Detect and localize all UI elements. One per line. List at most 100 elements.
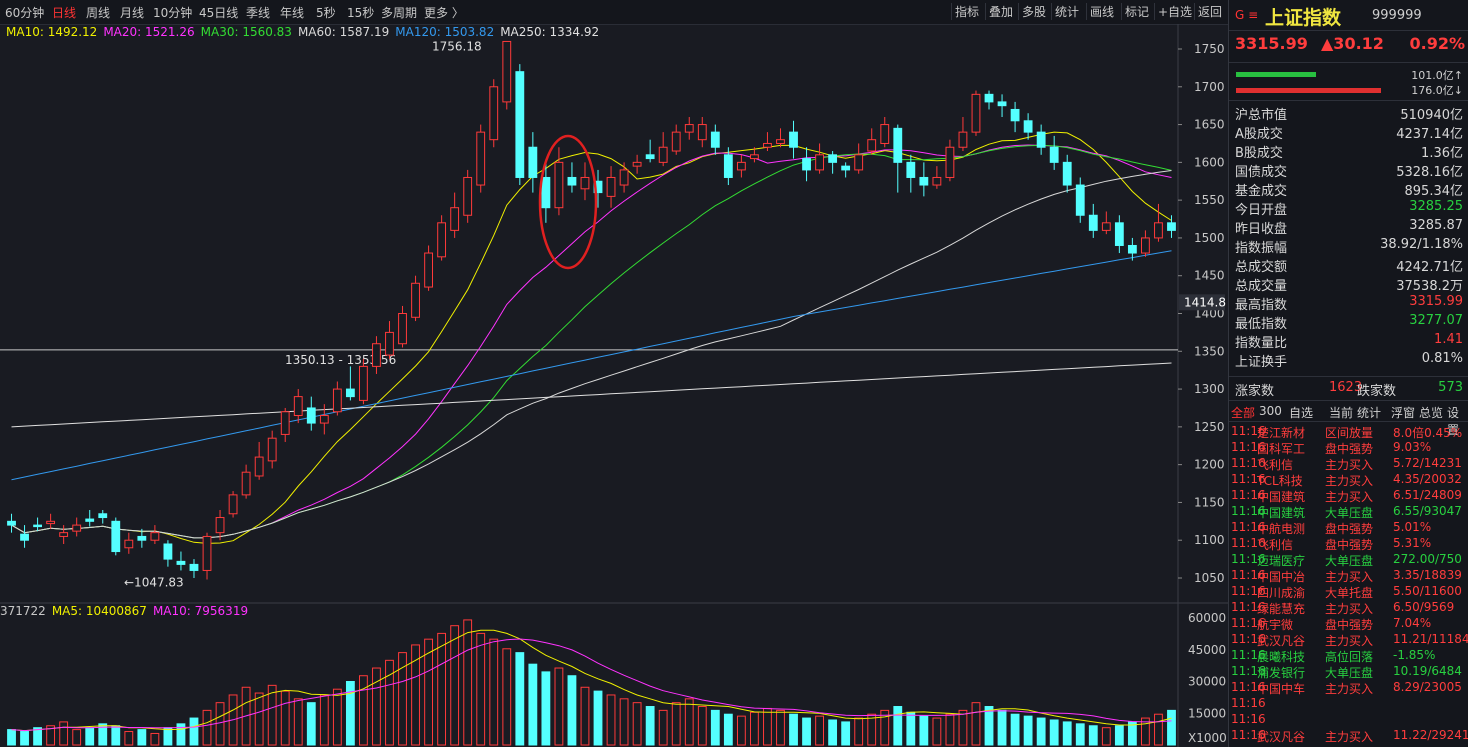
volume-bar [280, 690, 290, 746]
candle [789, 120, 798, 159]
alert-v: 9.03% [1393, 440, 1432, 454]
candle [867, 128, 877, 155]
alert-row[interactable]: 11:16 航宇微 盘中强势 7.04% [1231, 616, 1467, 632]
alert-row[interactable]: 11:16 绿能慧充 主力买入 6.50/9569 [1231, 600, 1467, 616]
volume-bar [750, 711, 759, 746]
price-axis-label: 1350 [1194, 344, 1225, 358]
candle [1049, 135, 1059, 170]
alert-v: 6.50/9569 [1393, 600, 1455, 614]
volume-bar [997, 709, 1007, 746]
candle [163, 540, 173, 567]
alert-e: 大单托盘 [1325, 586, 1374, 600]
candle [945, 139, 955, 182]
candle [828, 151, 838, 174]
alert-n: 中航电测 [1257, 522, 1306, 536]
kline-chart[interactable]: 1750170016501600155015001450140013501300… [0, 0, 1228, 747]
quote-row-label: 总成交额 [1235, 260, 1288, 275]
candle [1062, 154, 1072, 193]
alert-e: 高位回落 [1325, 650, 1374, 664]
alert-v: 7.04% [1393, 616, 1432, 630]
candle [254, 441, 264, 480]
candle [267, 430, 277, 469]
candle [424, 245, 433, 291]
candle [619, 162, 629, 193]
alert-n: 飞利信 [1257, 538, 1294, 552]
volume-bar [59, 721, 69, 746]
volume-bar [593, 690, 603, 746]
volume-bar [463, 619, 473, 746]
alert-tab-4[interactable]: 统计 [1357, 404, 1381, 421]
alert-row[interactable]: 11:16 飞利信 主力买入 5.72/14231 [1231, 456, 1467, 472]
candle [280, 407, 290, 442]
alert-row[interactable]: 11:16 迈瑞医疗 大单压盘 272.00/750 [1231, 552, 1467, 568]
volume-bar [854, 717, 864, 746]
volume-bar [984, 706, 994, 746]
candle [1036, 124, 1046, 155]
volume-bar [502, 648, 512, 746]
alert-row[interactable]: 11:16 中国中冶 主力买入 3.35/18839 [1231, 568, 1467, 584]
ma120-line [11, 250, 1172, 481]
quote-row-value: 0.81% [1421, 351, 1463, 366]
candle [606, 166, 616, 208]
alert-v: 3.35/18839 [1393, 568, 1462, 582]
alert-row[interactable]: 11:16 楚江新材 区间放量 8.0倍0.45% [1231, 424, 1467, 440]
alert-row[interactable]: 11:16 武汉凡谷 主力买入 11.22/29241 [1231, 728, 1468, 744]
alert-tab-6[interactable]: 总览 [1419, 404, 1443, 421]
alert-row[interactable]: 11:16 [1231, 696, 1467, 712]
alert-tab-1[interactable]: 300 [1259, 404, 1282, 418]
alert-n: 武汉凡谷 [1257, 634, 1306, 648]
volume-bar [580, 686, 590, 746]
volume-bar [215, 702, 225, 746]
quote-row-label: 指数振幅 [1235, 241, 1288, 256]
volume-bar [802, 717, 811, 746]
alert-v: 272.00/750 [1393, 552, 1462, 566]
candle [880, 117, 890, 148]
alert-tab-2[interactable]: 自选 [1289, 404, 1313, 421]
volume-bar [1062, 721, 1072, 746]
quote-row: 昨日收盘 3285.87 [1235, 218, 1463, 237]
candle [528, 132, 538, 193]
alert-row[interactable]: 11:16 国科军工 盘中强势 9.03% [1231, 440, 1467, 456]
volume-bar [1154, 713, 1163, 746]
price-axis-label: 1650 [1194, 118, 1225, 132]
alert-row[interactable]: 11:16 中国中车 主力买入 8.29/23005 [1231, 680, 1467, 696]
alert-n: 中国中车 [1257, 682, 1306, 696]
alert-row[interactable]: 11:16 晨曦科技 高位回落 -1.85% [1231, 648, 1467, 664]
quote-row-label: 昨日收盘 [1235, 222, 1288, 237]
price-axis-label: 1700 [1194, 80, 1225, 94]
candle [658, 132, 668, 167]
volume-bar [1023, 715, 1033, 746]
candle [710, 124, 720, 155]
quote-row-value: 3315.99 [1409, 294, 1463, 309]
alert-row[interactable]: 11:16 武汉凡谷 主力买入 11.21/11184 [1231, 632, 1468, 648]
alert-row[interactable]: 11:16 TCL科技 主力买入 4.35/20032 [1231, 472, 1467, 488]
volume-bar [1101, 727, 1111, 746]
volume-legend: 371722 MA5: 10400867 MA10: 7956319 [0, 604, 254, 618]
price-axis-label: 1050 [1194, 571, 1225, 585]
volume-bar [789, 713, 798, 746]
volume-bar [372, 667, 381, 746]
alert-e: 大单压盘 [1325, 506, 1374, 520]
alert-tab-3[interactable]: 当前 [1329, 404, 1353, 421]
volume-bar [332, 688, 342, 746]
volume-bar [567, 675, 577, 746]
alert-row[interactable]: 11:16 中国建筑 大单压盘 6.55/93047 [1231, 504, 1467, 520]
alert-tab-0[interactable]: 全部 [1231, 404, 1255, 421]
candle [202, 532, 212, 580]
alert-row[interactable]: 11:16 浦发银行 大单压盘 10.19/6484 [1231, 664, 1467, 680]
candle [1010, 101, 1020, 133]
alert-row[interactable]: 11:16 [1231, 712, 1467, 728]
candle [1154, 203, 1163, 242]
alert-row[interactable]: 11:16 四川成渝 大单托盘 5.50/11600 [1231, 584, 1467, 600]
alert-row[interactable]: 11:16 中国建筑 主力买入 6.51/24809 [1231, 488, 1467, 504]
inflow-value: 101.0亿↑ [1411, 69, 1463, 82]
volume-bar [476, 632, 486, 746]
volume-bar [763, 707, 772, 746]
volume-axis-label: 30000 [1188, 675, 1226, 689]
quote-row: 最高指数 3315.99 [1235, 294, 1463, 313]
volume-bar [293, 698, 303, 746]
alert-row[interactable]: 11:16 飞利信 盘中强势 5.31% [1231, 536, 1467, 552]
alert-row[interactable]: 11:16 中航电测 盘中强势 5.01% [1231, 520, 1467, 536]
alert-tab-5[interactable]: 浮窗 [1391, 404, 1415, 421]
alert-v: 8.29/23005 [1393, 680, 1462, 694]
